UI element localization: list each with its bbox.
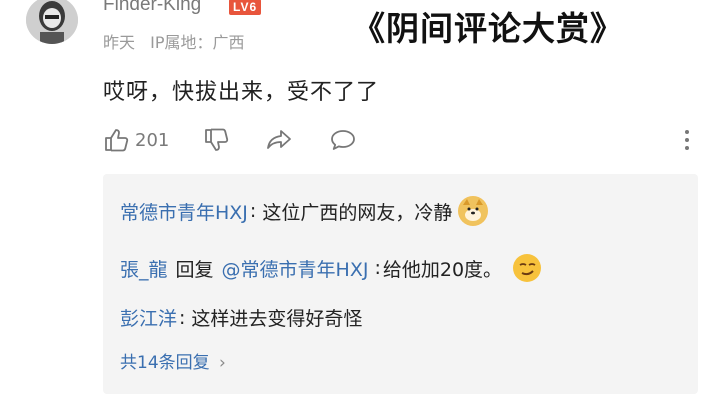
dislike-button[interactable] [203, 124, 231, 156]
reply-text: 这位广西的网友，冷静 [262, 201, 453, 224]
like-count: 201 [135, 129, 170, 151]
chevron-right-icon: › [219, 353, 226, 373]
reply-button[interactable] [329, 124, 357, 156]
reply-item[interactable]: 彭江洋 : 这样进去变得好奇怪 [120, 304, 362, 331]
level-badge: LV6 [229, 0, 262, 15]
comment-icon [331, 130, 355, 150]
reply-text: 这样进去变得好奇怪 [191, 308, 363, 330]
like-button[interactable]: 201 [103, 124, 169, 156]
reply-author[interactable]: 常德市青年HXJ [120, 198, 248, 225]
more-icon [685, 130, 689, 150]
comment-time: 昨天 [103, 33, 136, 52]
comment-text: 哎呀，快拔出来，受不了了 [103, 80, 380, 105]
share-button[interactable] [265, 124, 293, 156]
reply-item[interactable]: 張_龍 回复 @常德市青年HXJ : 给他加20度。 [120, 253, 542, 283]
dislike-icon [205, 128, 229, 151]
avatar[interactable] [26, 0, 78, 44]
reply-author[interactable]: 彭江洋 [120, 304, 177, 331]
reply-author[interactable]: 張_龍 [120, 255, 168, 282]
overlay-title: 《阴间评论大赏》 [352, 9, 624, 48]
share-icon [267, 130, 291, 149]
ip-label: IP属地：广西 [150, 33, 245, 52]
doge-emoji-icon [458, 196, 489, 226]
view-all-replies-link[interactable]: 共14条回复 › [120, 348, 226, 373]
username[interactable]: Finder-King [103, 0, 201, 16]
like-icon [105, 129, 129, 152]
more-replies-label: 共14条回复 [120, 353, 210, 373]
reply-separator: : [374, 257, 381, 279]
more-options-button[interactable] [673, 124, 701, 156]
reply-item[interactable]: 常德市青年HXJ : 这位广西的网友，冷静 [120, 196, 489, 226]
smirk-emoji-icon [512, 253, 542, 283]
reply-word: 回复 [175, 258, 214, 281]
reply-text: 给他加20度。 [382, 258, 503, 281]
reply-separator: : [249, 200, 257, 222]
comment-actions: 201 [103, 124, 703, 158]
comment-meta: 昨天 IP属地：广西 [103, 29, 255, 53]
replies-panel: 常德市青年HXJ : 这位广西的网友，冷静 張_龍 回复 @常德市青年HXJ :… [103, 174, 698, 394]
reply-mention[interactable]: @常德市青年HXJ [222, 255, 369, 282]
reply-separator: : [179, 306, 186, 329]
